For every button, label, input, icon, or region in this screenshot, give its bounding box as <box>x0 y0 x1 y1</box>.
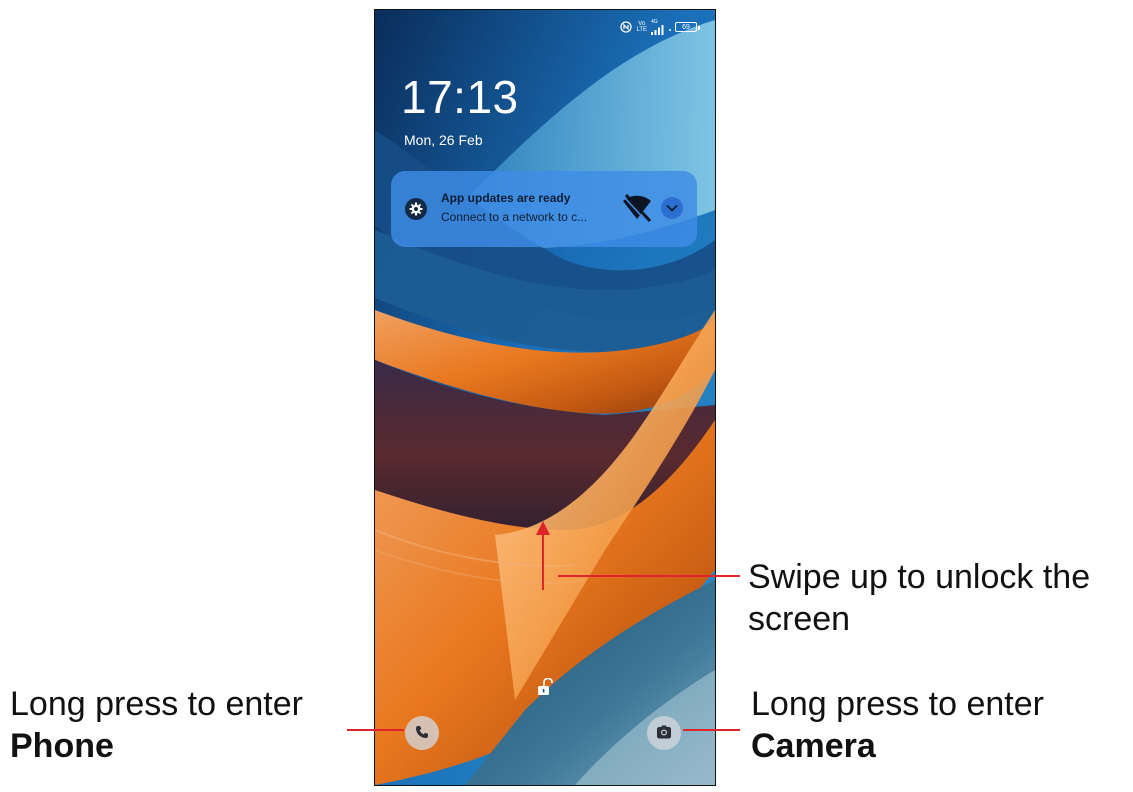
phone-screen: Vo LTE 4G 69 17:13 Mon, 26 Feb App updat… <box>374 9 716 786</box>
camera-icon <box>656 724 672 743</box>
battery-level: 69 <box>682 23 690 31</box>
battery-icon: 69 <box>675 22 700 32</box>
lock-screen-clock: 17:13 <box>401 71 519 123</box>
camera-annotation-line2: Camera <box>751 727 876 765</box>
phone-annotation-line1: Long press to enter <box>10 685 303 723</box>
wallpaper <box>375 10 715 785</box>
volte-indicator: Vo LTE <box>636 21 647 33</box>
lte-label: LTE <box>636 27 647 33</box>
phone-annotation-line2: Phone <box>10 727 114 765</box>
status-bar: Vo LTE 4G 69 <box>620 19 700 35</box>
signal-dot <box>669 29 671 31</box>
wifi-off-icon <box>621 193 653 227</box>
lock-screen-date: Mon, 26 Feb <box>404 132 483 148</box>
camera-shortcut-button[interactable] <box>647 716 681 750</box>
camera-annotation-line1: Long press to enter <box>751 685 1044 723</box>
camera-annotation: Long press to enter Camera <box>751 683 1044 767</box>
phone-shortcut-button[interactable] <box>405 716 439 750</box>
notification-card[interactable]: App updates are ready Connect to a netwo… <box>391 171 697 247</box>
nfc-icon <box>620 21 633 33</box>
unlock-icon <box>537 677 553 700</box>
signal-icon: 4G <box>651 19 665 35</box>
notification-title: App updates are ready <box>441 191 571 205</box>
phone-annotation: Long press to enter Phone <box>10 683 303 767</box>
swipe-annotation: Swipe up to unlock the screen <box>748 558 1091 638</box>
phone-icon <box>415 724 429 743</box>
notification-body: Connect to a network to c... <box>441 210 588 224</box>
chevron-down-icon[interactable] <box>661 197 683 219</box>
gear-icon <box>405 198 427 220</box>
